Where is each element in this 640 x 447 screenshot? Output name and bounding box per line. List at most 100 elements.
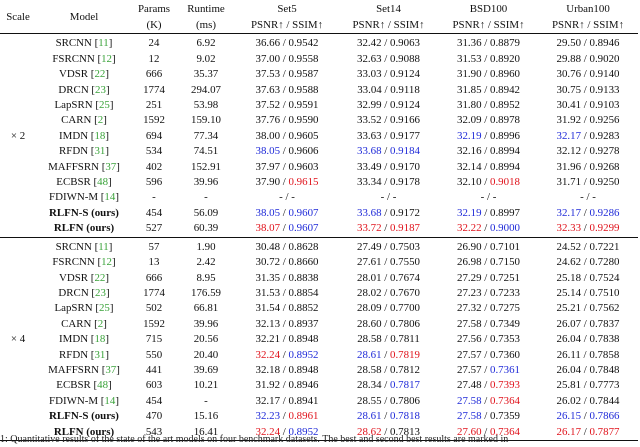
- psnr-value: 32.17: [255, 394, 281, 407]
- citation-link[interactable]: 14: [104, 395, 115, 407]
- model-cell: RLFN-S (ours): [36, 409, 132, 424]
- psnr-value: 33.52: [357, 114, 382, 127]
- s14-cell: 33.68 / 0.9172: [357, 206, 420, 219]
- citation-link[interactable]: 37: [105, 364, 116, 376]
- runtime-cell: 74.51: [193, 145, 219, 158]
- citation-link[interactable]: 11: [98, 37, 109, 49]
- ssim-value: 0.7817: [390, 379, 420, 392]
- s14-cell: 28.61 / 0.7819: [357, 348, 420, 361]
- ssim-value: 0.8942: [490, 83, 520, 96]
- model-cell: DRCN [23]: [58, 83, 110, 96]
- ssim-value: 0.8628: [288, 240, 319, 253]
- psnr-value: 38.00: [255, 129, 281, 142]
- b100-cell: 27.58 / 0.7349: [457, 317, 520, 330]
- psnr-value: 27.56: [457, 333, 482, 346]
- psnr-value: 32.63: [357, 52, 382, 65]
- runtime-cell: 294.07: [191, 83, 221, 96]
- ssim-value: 0.9184: [390, 145, 420, 158]
- b100-cell: 27.58 / 0.7359: [457, 410, 520, 423]
- psnr-value: 26.11: [556, 348, 581, 361]
- s5-cell: 32.23 / 0.8961: [255, 410, 319, 423]
- psnr-value: 27.61: [357, 256, 382, 269]
- model-cell: VDSR [22]: [59, 68, 109, 81]
- u100-cell: 32.17 / 0.9283: [556, 129, 620, 142]
- model-cell: LapSRN [25]: [54, 302, 114, 315]
- s14-cell: 33.72 / 0.9187: [357, 222, 420, 235]
- citation-link[interactable]: 48: [97, 379, 108, 391]
- b100-cell: 27.32 / 0.7275: [457, 302, 520, 315]
- ssim-value: 0.8946: [288, 379, 319, 392]
- citation-link[interactable]: 31: [94, 349, 105, 361]
- s14-cell: 28.02 / 0.7670: [357, 286, 420, 299]
- b100-cell: 32.14 / 0.8994: [457, 160, 520, 173]
- citation-link[interactable]: 23: [95, 287, 106, 299]
- psnr-value: 38.05: [255, 145, 281, 158]
- model-name: VDSR: [59, 68, 89, 81]
- runtime-cell: 39.69: [193, 363, 219, 376]
- psnr-value: 31.92: [556, 114, 582, 127]
- psnr-value: 32.22: [457, 222, 482, 235]
- header-params-unit: (K): [146, 19, 162, 31]
- runtime-cell: 176.59: [191, 286, 221, 299]
- model-name: FDIWN-M: [49, 394, 99, 407]
- u100-cell: 32.17 / 0.9286: [556, 206, 620, 219]
- header-bsd100: BSD100: [469, 3, 508, 16]
- s5-cell: 32.17 / 0.8941: [255, 394, 319, 407]
- ssim-value: 0.9170: [390, 160, 420, 173]
- psnr-value: 32.19: [457, 129, 482, 142]
- model-cell: CARN [2]: [61, 317, 107, 330]
- citation-link[interactable]: 12: [101, 256, 112, 268]
- citation-link[interactable]: 25: [99, 99, 110, 111]
- model-name: FSRCNN: [52, 52, 95, 65]
- citation-link[interactable]: 37: [105, 161, 116, 173]
- psnr-value: 31.71: [556, 176, 582, 189]
- citation-link[interactable]: 23: [95, 84, 106, 96]
- ssim-value: 0.7360: [490, 348, 520, 361]
- s14-cell: 27.61 / 0.7550: [357, 256, 420, 269]
- ssim-value: 0.7150: [490, 256, 520, 269]
- citation-link[interactable]: 2: [98, 114, 103, 126]
- citation-link[interactable]: 18: [94, 333, 105, 345]
- b100-cell: 26.98 / 0.7150: [457, 256, 520, 269]
- ssim-value: 0.9607: [288, 222, 319, 235]
- model-name: VDSR: [59, 271, 89, 284]
- citation-link[interactable]: 12: [101, 53, 112, 65]
- u100-cell: 26.04 / 0.7838: [556, 333, 620, 346]
- model-cell: RFDN [31]: [59, 145, 109, 158]
- model-cell: FDIWN-M [14]: [49, 394, 119, 407]
- table-row: RFDN [31] 534 74.51 38.05 / 0.9606 33.68 / 0…: [0, 144, 638, 159]
- citation-link[interactable]: 22: [94, 68, 105, 80]
- ssim-value: 0.7550: [390, 256, 420, 269]
- params-cell: 251: [145, 99, 163, 112]
- citation-link[interactable]: 14: [104, 191, 115, 203]
- b100-cell: 27.57 / 0.7361: [457, 363, 520, 376]
- table-row: VDSR [22] 666 35.37 37.53 / 0.9587 33.03 / 0…: [0, 67, 638, 82]
- ssim-value: 0.9283: [589, 129, 620, 142]
- psnr-value: 25.14: [556, 286, 582, 299]
- s5-cell: 32.13 / 0.8937: [255, 317, 319, 330]
- s5-cell: 37.53 / 0.9587: [255, 68, 319, 81]
- citation-link[interactable]: 18: [94, 130, 105, 142]
- s14-cell: 28.55 / 0.7806: [357, 394, 420, 407]
- psnr-value: 33.49: [357, 160, 382, 173]
- b100-cell: 27.58 / 0.7364: [457, 394, 520, 407]
- citation-link[interactable]: 31: [94, 145, 105, 157]
- psnr-value: 32.17: [556, 129, 582, 142]
- psnr-value: 32.24: [255, 348, 281, 361]
- citation-link[interactable]: 48: [97, 176, 108, 188]
- ssim-value: 0.8996: [490, 129, 520, 142]
- params-cell: 666: [145, 271, 163, 284]
- ssim-value: 0.8852: [288, 302, 319, 315]
- psnr-value: 30.75: [556, 83, 582, 96]
- ssim-value: 0.9299: [589, 222, 620, 235]
- model-name: IMDN: [59, 129, 89, 142]
- citation-link[interactable]: 22: [94, 272, 105, 284]
- table-row: × 4 SRCNN [11] 57 1.90 30.48 / 0.8628 27.49 /…: [0, 237, 638, 345]
- runtime-cell: 1.90: [196, 240, 216, 253]
- citation-link[interactable]: 2: [98, 318, 103, 330]
- table-row: IMDN [18] 694 77.34 38.00 / 0.9605 33.63 / 0…: [0, 129, 638, 144]
- citation-link[interactable]: 11: [98, 241, 109, 253]
- citation-link[interactable]: 25: [99, 302, 110, 314]
- runtime-cell: 77.34: [193, 129, 219, 142]
- b100-cell: 32.16 / 0.8994: [457, 145, 520, 158]
